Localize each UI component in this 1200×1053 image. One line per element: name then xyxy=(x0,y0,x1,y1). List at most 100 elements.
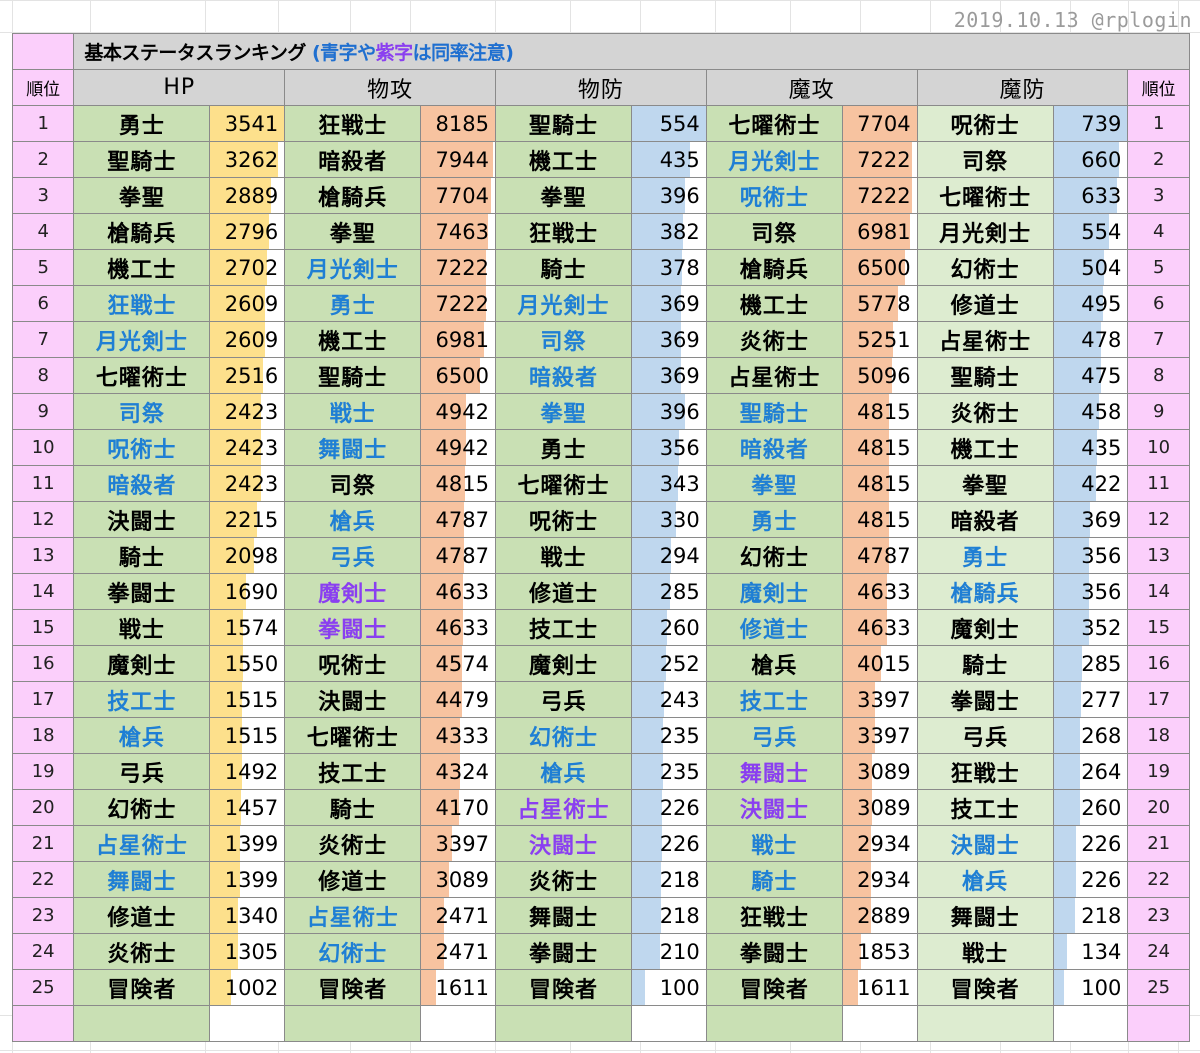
stat-value-物攻: 6981 xyxy=(420,321,496,358)
stat-value-魔攻: 3089 xyxy=(841,789,918,826)
stat-value-物防: 369 xyxy=(631,285,707,322)
value-number: 5778 xyxy=(857,291,911,316)
table-row: 8 七曜術士 2516 聖騎士 6500 暗殺者 369 占星術士 5096 聖騎士 475 8 xyxy=(11,357,1190,394)
table-row: 12 決闘士 2215 槍兵 4787 呪術士 330 勇士 4815 暗殺者 369 12 xyxy=(11,501,1190,538)
class-name-物攻: 占星術士 xyxy=(284,897,422,934)
stat-value-魔防: 226 xyxy=(1052,825,1129,862)
class-name-HP: 司祭 xyxy=(73,393,211,430)
value-number: 2471 xyxy=(435,939,489,964)
value-number: 475 xyxy=(1081,363,1122,388)
class-name-物攻: 幻術士 xyxy=(284,933,422,970)
stat-value-物防: 243 xyxy=(631,681,707,718)
value-number: 1515 xyxy=(224,723,279,748)
class-name-HP: 機工士 xyxy=(73,249,211,286)
value-number: 633 xyxy=(1081,183,1122,208)
class-name-魔攻: 舞闘士 xyxy=(705,753,843,790)
class-name-物防: 魔剣士 xyxy=(494,645,633,682)
value-number: 3397 xyxy=(857,723,911,748)
value-number: 7222 xyxy=(857,183,911,208)
class-name-物攻: 司祭 xyxy=(284,465,422,502)
rank-cell-right: 10 xyxy=(1127,429,1190,466)
class-name-魔防: 月光剣士 xyxy=(916,213,1054,250)
value-number: 495 xyxy=(1081,291,1122,316)
rank-cell-right: 13 xyxy=(1127,537,1190,574)
value-number: 4574 xyxy=(435,651,489,676)
rank-cell-left: 6 xyxy=(11,285,75,322)
rank-cell-right: 22 xyxy=(1127,861,1190,898)
stat-value-魔防: 352 xyxy=(1052,609,1129,646)
value-number: 268 xyxy=(1081,723,1122,748)
class-name-物防: 拳闘士 xyxy=(494,933,633,970)
stat-value-物防: 210 xyxy=(631,933,707,970)
value-number: 458 xyxy=(1081,399,1122,424)
class-name-物防: 司祭 xyxy=(494,321,633,358)
stat-value-魔攻: 1853 xyxy=(841,933,918,970)
stat-value-魔防: 478 xyxy=(1052,321,1129,358)
class-name-物防: 騎士 xyxy=(494,249,633,286)
stat-value-物攻: 6500 xyxy=(420,357,496,394)
class-name-魔攻: 炎術士 xyxy=(705,321,843,358)
stat-value-魔防: 134 xyxy=(1052,933,1129,970)
value-number: 6500 xyxy=(857,255,911,280)
value-number: 8185 xyxy=(435,111,489,136)
class-name-魔攻: 拳闘士 xyxy=(705,933,843,970)
stat-value-魔攻: 6981 xyxy=(841,213,918,250)
blank-rank-right xyxy=(1127,1005,1190,1042)
value-number: 554 xyxy=(1081,219,1122,244)
value-number: 4942 xyxy=(435,399,489,424)
value-number: 422 xyxy=(1081,471,1122,496)
stat-value-物攻: 4479 xyxy=(420,681,496,718)
value-number: 277 xyxy=(1081,687,1122,712)
value-number: 356 xyxy=(1081,543,1122,568)
stat-value-HP: 2423 xyxy=(209,465,286,502)
value-number: 3089 xyxy=(435,867,489,892)
stat-value-魔防: 435 xyxy=(1052,429,1129,466)
class-name-物防: 聖騎士 xyxy=(494,105,633,142)
class-name-HP: 聖騎士 xyxy=(73,141,211,178)
stat-value-魔防: 268 xyxy=(1052,717,1129,754)
stat-value-物防: 285 xyxy=(631,573,707,610)
stat-value-物攻: 2471 xyxy=(420,933,496,970)
value-number: 739 xyxy=(1081,111,1122,136)
table-row: 24 炎術士 1305 幻術士 2471 拳闘士 210 拳闘士 1853 戦士 134 24 xyxy=(11,933,1190,970)
class-name-物攻: 決闘士 xyxy=(284,681,422,718)
stat-value-魔攻: 4633 xyxy=(841,573,918,610)
stat-value-物攻: 4815 xyxy=(420,465,496,502)
value-number: 7222 xyxy=(435,255,489,280)
rank-cell-right: 7 xyxy=(1127,321,1190,358)
rank-cell-left: 13 xyxy=(11,537,75,574)
stat-value-HP: 1340 xyxy=(209,897,286,934)
value-number: 4333 xyxy=(435,723,489,748)
stat-value-魔防: 633 xyxy=(1052,177,1129,214)
stat-value-魔攻: 5778 xyxy=(841,285,918,322)
rank-cell-left: 24 xyxy=(11,933,75,970)
class-name-HP: 勇士 xyxy=(73,105,211,142)
rank-cell-right: 19 xyxy=(1127,753,1190,790)
stat-value-物攻: 4170 xyxy=(420,789,496,826)
grid-line-horizontal xyxy=(0,0,1200,1)
class-name-HP: 弓兵 xyxy=(73,753,211,790)
stat-value-物防: 382 xyxy=(631,213,707,250)
class-name-物防: 狂戦士 xyxy=(494,213,633,250)
class-name-HP: 騎士 xyxy=(73,537,211,574)
value-number: 7222 xyxy=(435,291,489,316)
class-name-魔防: 幻術士 xyxy=(916,249,1054,286)
stat-value-魔攻: 2889 xyxy=(841,897,918,934)
title-corner-cell xyxy=(11,33,75,70)
value-number: 1457 xyxy=(224,795,279,820)
class-name-魔防: 拳聖 xyxy=(916,465,1054,502)
blank-name-物攻 xyxy=(284,1005,422,1042)
rank-cell-left: 21 xyxy=(11,825,75,862)
value-number: 1515 xyxy=(224,687,279,712)
rank-cell-right: 14 xyxy=(1127,573,1190,610)
blank-value-HP xyxy=(209,1005,286,1042)
class-name-物防: 占星術士 xyxy=(494,789,633,826)
rank-cell-left: 23 xyxy=(11,897,75,934)
class-name-HP: 占星術士 xyxy=(73,825,211,862)
rank-cell-left: 7 xyxy=(11,321,75,358)
rank-cell-right: 9 xyxy=(1127,393,1190,430)
rank-cell-left: 18 xyxy=(11,717,75,754)
value-number: 343 xyxy=(659,471,700,496)
class-name-物攻: 聖騎士 xyxy=(284,357,422,394)
stat-value-物防: 356 xyxy=(631,429,707,466)
